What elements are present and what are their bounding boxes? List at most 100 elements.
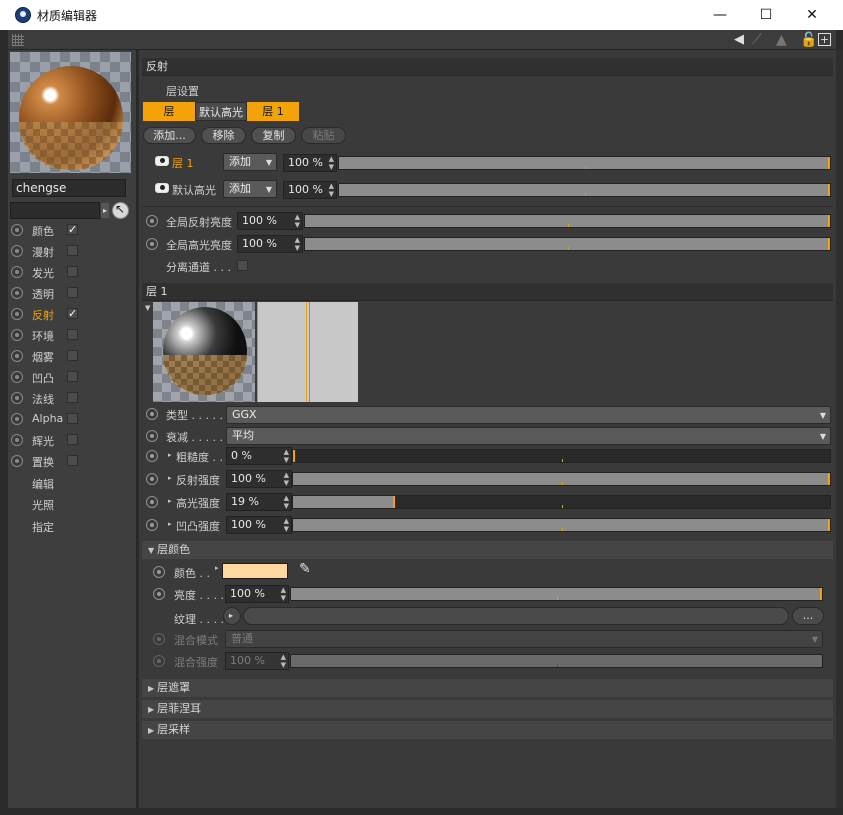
channel-checkbox[interactable] <box>67 329 78 340</box>
layer-color-section[interactable]: ▼ 层颜色 <box>142 541 833 559</box>
channel-checkbox[interactable] <box>67 434 78 445</box>
forward-arrow-icon[interactable]: ⟋ <box>752 32 762 48</box>
channel-lighting[interactable]: 光照 <box>32 497 54 513</box>
animate-radio[interactable] <box>146 215 158 227</box>
channel-radio[interactable] <box>11 287 23 299</box>
channel-radio[interactable] <box>11 350 23 362</box>
animate-radio[interactable] <box>153 633 165 645</box>
channel-item[interactable]: 漫射 <box>8 241 136 262</box>
param-slider[interactable] <box>292 518 831 532</box>
channel-item[interactable]: 颜色 ✓ <box>8 220 136 241</box>
spinner-icon[interactable]: ▲ ▼ <box>295 213 300 229</box>
channel-checkbox[interactable] <box>67 287 78 298</box>
collapse-preview-icon[interactable]: ▼ <box>145 304 150 312</box>
spinner-icon[interactable]: ▲ ▼ <box>284 448 289 464</box>
spinner-icon[interactable]: ▲ ▼ <box>329 155 334 171</box>
channel-item[interactable]: 发光 <box>8 262 136 283</box>
spinner-icon[interactable]: ▲ ▼ <box>284 471 289 487</box>
type-dropdown[interactable]: GGX ▼ <box>226 406 831 424</box>
tab-default-specular[interactable]: 默认高光 <box>195 102 247 121</box>
material-preview[interactable] <box>10 52 131 173</box>
pick-cursor-icon[interactable] <box>112 202 129 219</box>
layer-opacity-slider[interactable] <box>338 183 831 197</box>
channel-item[interactable]: 法线 <box>8 388 136 409</box>
channel-item[interactable]: 环境 <box>8 325 136 346</box>
channel-checkbox-checked[interactable]: ✓ <box>67 308 78 319</box>
lock-icon[interactable]: 🔓 <box>800 32 817 48</box>
param-slider[interactable] <box>292 449 831 463</box>
blend-mode-dropdown[interactable]: 普通 ▼ <box>225 630 823 648</box>
brightness-field[interactable]: 100 % ▲ ▼ <box>225 585 289 603</box>
color-swatch[interactable] <box>222 563 288 579</box>
channel-item[interactable]: 烟雾 <box>8 346 136 367</box>
layer-opacity-field[interactable]: 100 % ▲ ▼ <box>283 181 337 199</box>
global-reflect-field[interactable]: 100 % ▲ ▼ <box>237 212 303 230</box>
channel-radio[interactable] <box>11 266 23 278</box>
param-field[interactable]: 19 % ▲ ▼ <box>226 493 292 511</box>
layer-opacity-field[interactable]: 100 % ▲ ▼ <box>283 154 337 172</box>
param-slider[interactable] <box>292 495 831 509</box>
tab-layer-1[interactable]: 层 1 <box>247 102 299 121</box>
spinner-icon[interactable]: ▲ ▼ <box>284 494 289 510</box>
close-button[interactable]: ✕ <box>789 0 835 30</box>
animate-radio[interactable] <box>153 566 165 578</box>
attenuation-dropdown[interactable]: 平均 ▼ <box>226 427 831 445</box>
channel-checkbox[interactable] <box>67 371 78 382</box>
channel-edit[interactable]: 编辑 <box>32 476 54 492</box>
expand-color-icon[interactable]: ▸ <box>215 564 219 572</box>
channel-item[interactable]: 透明 <box>8 283 136 304</box>
param-slider[interactable] <box>292 472 831 486</box>
add-layer-button[interactable]: 添加... <box>143 127 196 144</box>
channel-radio[interactable] <box>11 371 23 383</box>
back-arrow-icon[interactable]: ◀ <box>734 32 744 48</box>
animate-radio[interactable] <box>146 496 158 508</box>
copy-layer-button[interactable]: 复制 <box>251 127 296 144</box>
channel-item[interactable]: 凹凸 <box>8 367 136 388</box>
global-spec-slider[interactable] <box>304 237 831 251</box>
material-name-field[interactable]: chengse <box>12 179 126 197</box>
visibility-eye-icon[interactable] <box>155 183 169 193</box>
separate-pass-checkbox[interactable] <box>237 260 248 271</box>
minimize-button[interactable]: — <box>697 0 743 30</box>
channel-item[interactable]: Alpha <box>8 409 136 430</box>
animate-radio[interactable] <box>146 473 158 485</box>
channel-radio[interactable] <box>11 308 23 320</box>
animate-radio[interactable] <box>146 238 158 250</box>
channel-radio[interactable] <box>11 455 23 467</box>
remove-layer-button[interactable]: 移除 <box>201 127 246 144</box>
layer-opacity-slider[interactable] <box>338 156 831 170</box>
layer-mask-section[interactable]: ▶ 层遮罩 <box>142 679 833 697</box>
layer-row-name[interactable]: 层 1 <box>172 155 194 171</box>
animate-radio[interactable] <box>146 430 158 442</box>
global-reflect-slider[interactable] <box>304 214 831 228</box>
expand-param-icon[interactable]: ▸ <box>168 520 172 528</box>
channel-checkbox[interactable] <box>67 413 78 424</box>
channel-checkbox-checked[interactable]: ✓ <box>67 224 78 235</box>
channel-checkbox[interactable] <box>67 392 78 403</box>
animate-radio[interactable] <box>146 450 158 462</box>
layer-fresnel-section[interactable]: ▶ 层菲涅耳 <box>142 700 833 718</box>
search-arrow-icon[interactable]: ▸ <box>101 203 109 218</box>
channel-radio[interactable] <box>11 392 23 404</box>
param-field[interactable]: 0 % ▲ ▼ <box>226 447 292 465</box>
expand-param-icon[interactable]: ▸ <box>168 474 172 482</box>
param-field[interactable]: 100 % ▲ ▼ <box>226 470 292 488</box>
new-panel-icon[interactable]: + <box>818 33 831 46</box>
spinner-icon[interactable]: ▲ ▼ <box>329 182 334 198</box>
channel-radio[interactable] <box>11 224 23 236</box>
channel-search-field[interactable] <box>10 202 100 219</box>
channel-assign[interactable]: 指定 <box>32 519 54 535</box>
animate-radio[interactable] <box>153 655 165 667</box>
animate-radio[interactable] <box>146 519 158 531</box>
channel-radio[interactable] <box>11 413 23 425</box>
visibility-eye-icon[interactable] <box>155 156 169 166</box>
expand-param-icon[interactable]: ▸ <box>168 451 172 459</box>
eyedropper-icon[interactable]: ✎ <box>299 561 311 577</box>
spinner-icon[interactable]: ▲ ▼ <box>284 517 289 533</box>
layer-blend-combo[interactable]: 添加 ▼ <box>223 153 277 171</box>
brightness-slider[interactable] <box>290 587 823 601</box>
texture-field[interactable] <box>243 607 789 625</box>
blend-strength-field[interactable]: 100 % ▲ ▼ <box>225 652 289 670</box>
animate-radio[interactable] <box>153 588 165 600</box>
channel-checkbox[interactable] <box>67 245 78 256</box>
